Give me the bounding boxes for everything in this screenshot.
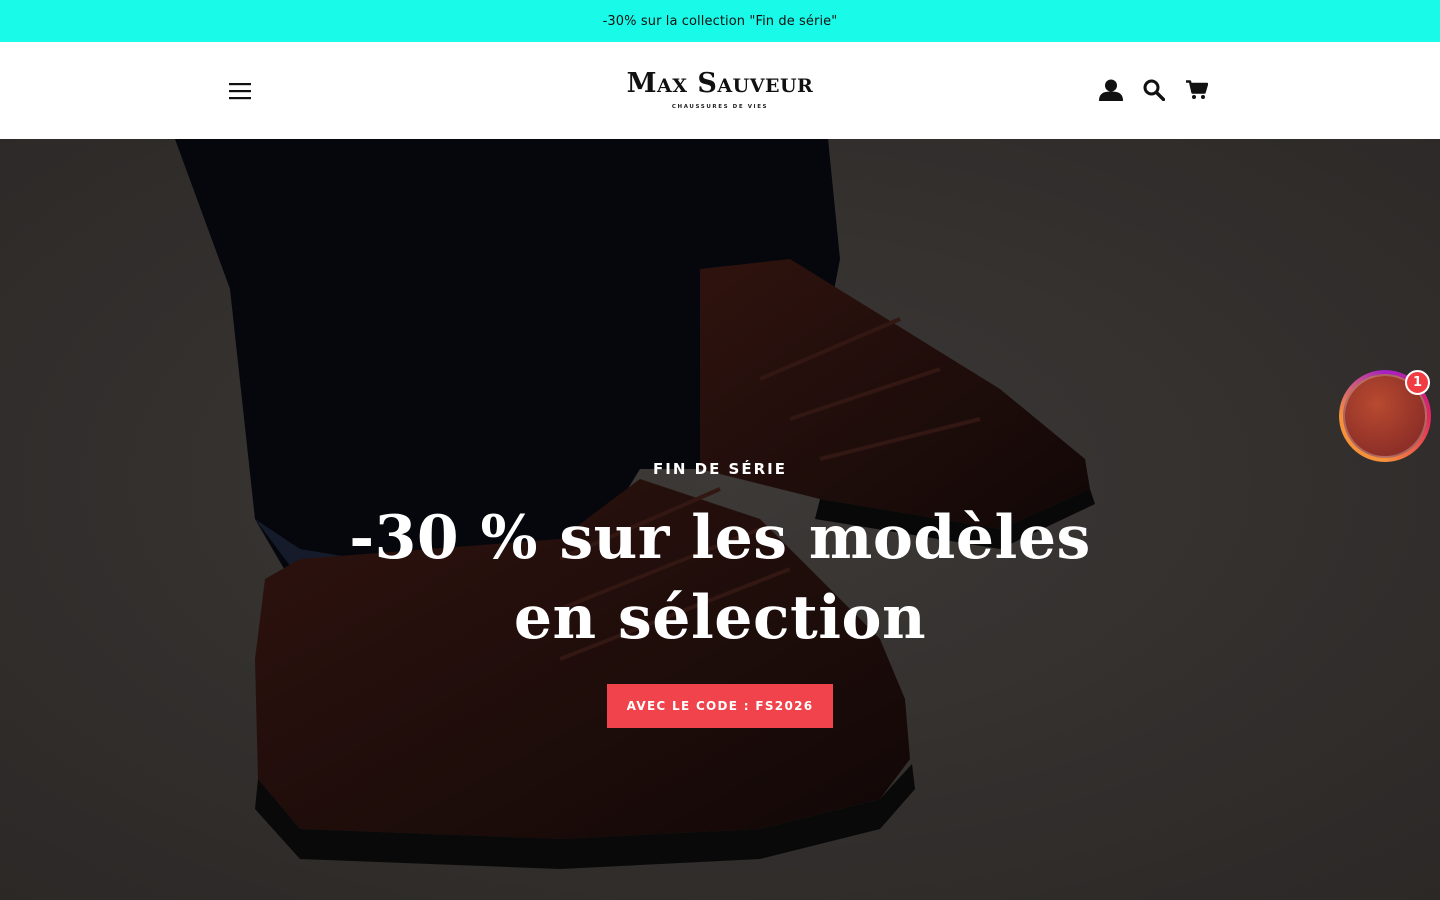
hero-banner[interactable]: FIN DE SÉRIE -30 % sur les modèles en sé… (0, 139, 1440, 900)
logo-name: Max Sauveur (626, 68, 814, 99)
menu-button[interactable] (222, 75, 258, 107)
header-actions (1094, 74, 1213, 106)
notification-badge: 1 (1405, 370, 1430, 395)
cart-icon (1185, 80, 1208, 99)
menu-icon (229, 83, 251, 100)
search-icon (1143, 79, 1165, 101)
search-button[interactable] (1137, 74, 1170, 106)
user-icon (1098, 79, 1123, 101)
account-button[interactable] (1094, 74, 1127, 106)
announcement-bar[interactable]: -30% sur la collection "Fin de série" (0, 0, 1440, 42)
announcement-text[interactable]: -30% sur la collection "Fin de série" (603, 14, 838, 29)
promo-code-button[interactable]: AVEC LE CODE : FS2026 (606, 684, 834, 728)
site-logo[interactable]: Max Sauveur CHAUSSURES DE VIES (570, 67, 870, 117)
hero-content: FIN DE SÉRIE -30 % sur les modèles en sé… (220, 459, 1220, 728)
hero-subtitle: FIN DE SÉRIE (653, 460, 787, 478)
site-header: Max Sauveur CHAUSSURES DE VIES (0, 42, 1440, 139)
cart-button[interactable] (1180, 74, 1213, 106)
logo-tagline: CHAUSSURES DE VIES (671, 104, 769, 110)
hero-title: -30 % sur les modèles en sélection (349, 503, 1091, 653)
